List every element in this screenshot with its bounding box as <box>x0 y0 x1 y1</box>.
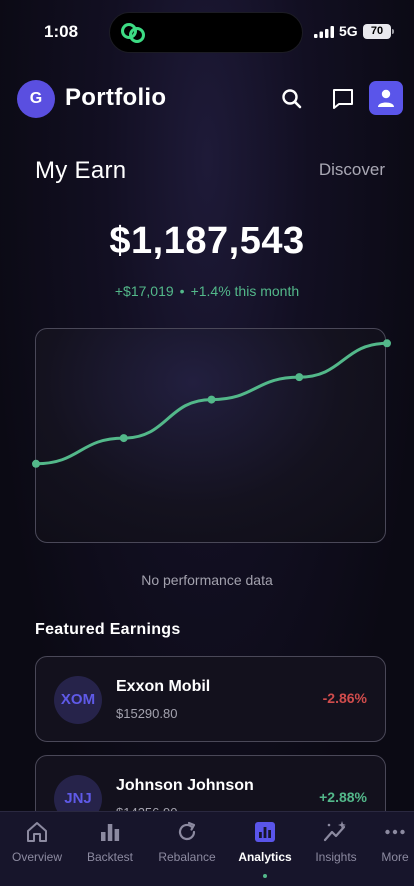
active-indicator <box>263 874 267 878</box>
nav-item-rebalance[interactable]: Rebalance <box>152 820 222 864</box>
nav-label: Analytics <box>238 850 292 864</box>
change-percent: +1.4% this month <box>190 283 300 299</box>
app-header: G Portfolio <box>0 78 414 120</box>
nav-label: Backtest <box>86 850 134 864</box>
performance-chart-svg <box>32 339 391 468</box>
avatar[interactable]: G <box>17 80 55 118</box>
signal-bars-icon <box>314 26 334 38</box>
data-point[interactable] <box>32 459 40 468</box>
user-icon <box>378 89 394 107</box>
bar-chart-icon <box>101 824 120 841</box>
nav-item-backtest[interactable]: Backtest <box>75 820 145 864</box>
nav-label: More <box>381 850 409 864</box>
change-percent-badge: -2.86% <box>322 690 367 706</box>
company-price: $15290.80 <box>116 706 178 721</box>
bottom-nav: Overview Backtest Rebalance Analytics In… <box>0 811 414 886</box>
empty-note: No performance data <box>141 572 273 588</box>
analytics-icon <box>255 822 275 842</box>
earning-card[interactable]: XOM Exxon Mobil $15290.80 -2.86% <box>35 656 386 742</box>
refresh-icon <box>178 821 196 841</box>
app-screen: 1:08 5G 70 G Portfolio My Earn Discover … <box>0 0 414 886</box>
change-amount: +$17,019 <box>114 283 174 299</box>
performance-chart <box>32 328 391 543</box>
monthly-change: +$17,019 • +1.4% this month <box>0 283 414 299</box>
data-point[interactable] <box>295 373 304 382</box>
data-point[interactable] <box>119 434 128 443</box>
portfolio-balance: $1,187,543 <box>109 220 305 262</box>
company-name: Johnson Johnson <box>116 777 254 794</box>
page-title: Portfolio <box>65 84 167 111</box>
nav-item-more[interactable]: More <box>360 820 414 864</box>
section-title: My Earn <box>35 157 127 184</box>
sparkle-trend-icon <box>323 821 346 842</box>
nav-item-analytics[interactable]: Analytics <box>230 820 300 878</box>
nav-item-overview[interactable]: Overview <box>2 820 72 864</box>
featured-title: Featured Earnings <box>35 621 181 638</box>
status-bar: 1:08 5G 70 <box>0 0 414 62</box>
discover-link[interactable]: Discover <box>319 160 385 180</box>
data-point[interactable] <box>383 339 391 348</box>
change-percent-badge: +2.88% <box>319 789 367 805</box>
status-time: 1:08 <box>44 22 79 41</box>
ticker-badge: XOM <box>54 676 102 724</box>
change-separator: • <box>179 283 185 299</box>
nav-label: Overview <box>11 850 62 864</box>
company-name: Exxon Mobil <box>116 678 211 695</box>
dynamic-island <box>109 12 303 53</box>
more-dots-icon <box>385 829 405 835</box>
nav-label: Rebalance <box>158 850 216 864</box>
profile-button[interactable] <box>369 81 403 115</box>
chat-icon[interactable] <box>330 86 356 112</box>
data-point[interactable] <box>207 395 216 404</box>
search-icon[interactable] <box>279 86 305 112</box>
home-icon <box>27 822 47 842</box>
link-rings-icon <box>121 23 145 43</box>
battery-level: 70 <box>363 24 394 39</box>
network-type: 5G <box>339 23 358 39</box>
